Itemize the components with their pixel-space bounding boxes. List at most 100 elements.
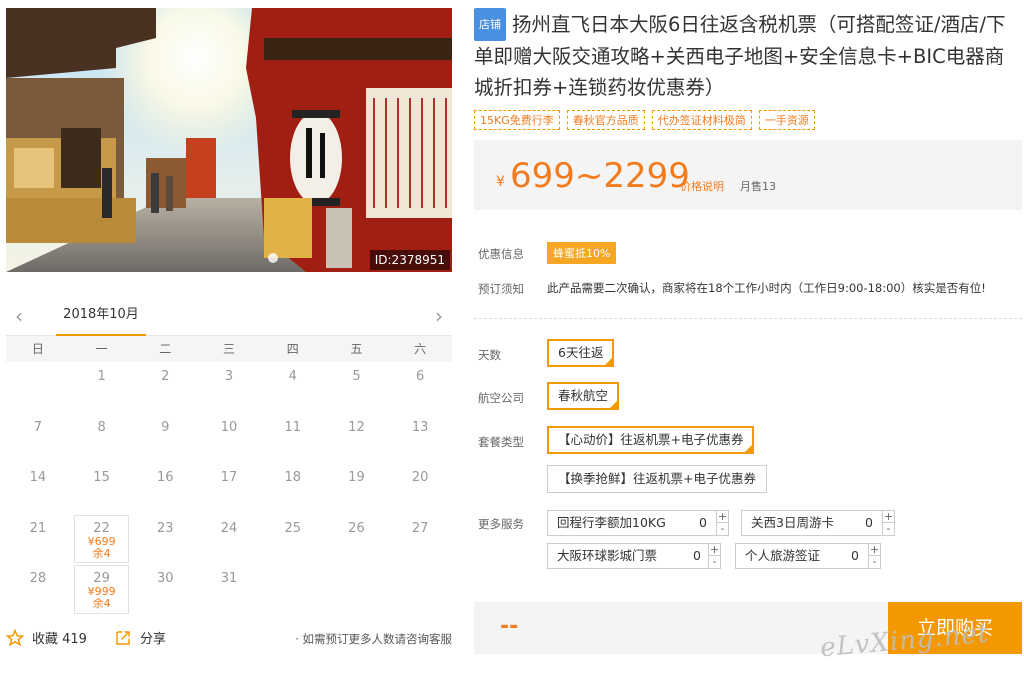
calendar-week-row: 14 15 16 17 18 19 20	[6, 463, 452, 514]
decrement-button[interactable]: -	[717, 523, 728, 535]
day-number: 1	[97, 369, 106, 384]
days-option[interactable]: 6天往返	[547, 339, 615, 367]
weekday-header: 日 一 二 三 四 五 六	[6, 336, 452, 362]
day-number: 11	[284, 419, 301, 435]
calendar-day[interactable]: 22 ¥699 余4	[70, 514, 134, 565]
day-number: 28	[29, 571, 47, 586]
quantity-input[interactable]: 0	[848, 544, 862, 568]
day-number: 21	[29, 520, 47, 536]
favorite-label: 收藏 419	[32, 632, 87, 647]
calendar-day: 15	[70, 463, 134, 514]
calendar-day[interactable]: 29 ¥999 余4	[70, 564, 134, 615]
service-name: 回程行李额加10KG	[557, 515, 666, 530]
package-option[interactable]: 【换季抢鲜】往返机票+电子优惠券	[547, 465, 767, 493]
quantity-input[interactable]: 0	[862, 511, 876, 535]
feature-tag: 春秋官方品质	[566, 110, 645, 130]
calendar-day: 11	[261, 413, 325, 464]
decrement-button[interactable]: -	[709, 556, 720, 568]
quantity-input[interactable]: 0	[696, 511, 710, 535]
calendar-day: 3	[197, 362, 261, 413]
day-number: 30	[157, 571, 174, 586]
calendar-day: 5	[325, 362, 389, 413]
calendar-day: 13	[388, 413, 452, 464]
divider	[474, 318, 1022, 319]
calendar-week-row: 28 29 ¥999 余4 30 31	[6, 564, 452, 615]
calendar-day: 10	[197, 413, 261, 464]
calendar-day: 18	[261, 463, 325, 514]
calendar-empty-cell	[325, 564, 389, 615]
selected-corner-icon	[604, 357, 614, 366]
currency-symbol: ¥	[496, 174, 505, 190]
shop-badge[interactable]: 店铺	[474, 8, 506, 41]
decrement-button[interactable]: -	[883, 523, 894, 535]
day-number: 18	[284, 470, 301, 485]
favorite-button[interactable]: 收藏 419	[6, 628, 87, 647]
feature-tag: 一手资源	[758, 110, 815, 130]
quantity-stepper: + -	[868, 543, 881, 569]
day-price: ¥699	[87, 534, 116, 548]
day-number: 5	[352, 369, 361, 384]
notice-text: 此产品需要二次确认，商家将在18个工作小时内（工作日9:00-18:00）核实是…	[547, 281, 986, 295]
day-number	[325, 572, 389, 586]
weekday-label: 五	[350, 342, 363, 356]
product-title: 店铺 扬州直飞日本大阪6日往返含税机票（可搭配签证/酒店/下单即赠大阪交通攻略+关…	[474, 8, 1022, 103]
day-remaining: 余4	[92, 597, 111, 610]
day-number: 10	[220, 419, 238, 435]
calendar-day: 2	[133, 362, 197, 413]
day-number: 14	[29, 470, 47, 485]
package-label: 套餐类型	[478, 435, 524, 449]
product-photo[interactable]: ID:2378951	[6, 8, 452, 272]
days-option-label: 6天往返	[558, 345, 604, 360]
chevron-right-icon[interactable]: ›	[428, 302, 450, 330]
notice-label: 预订须知	[478, 282, 524, 296]
service-item: 关西3日周游卡 0 + -	[741, 510, 895, 536]
calendar-day: 17	[197, 463, 261, 514]
weekday-label: 一	[95, 342, 108, 356]
calendar-grid: 1 2 3 4 5 6 7 8 9 10 11 12 13 14 15 16 17 18 19 20 21 22 ¥699 余…	[6, 362, 452, 615]
promo-label: 优惠信息	[478, 247, 524, 261]
day-number	[6, 370, 70, 384]
airline-option-label: 春秋航空	[558, 388, 609, 403]
day-number: 23	[157, 520, 174, 536]
image-id-label: ID:2378951	[369, 250, 450, 270]
day-number: 12	[348, 419, 365, 435]
calendar-empty-cell	[261, 564, 325, 615]
quantity-stepper: + -	[716, 510, 729, 536]
calendar-day: 21	[6, 514, 70, 565]
service-name: 个人旅游签证	[745, 548, 821, 563]
day-number: 19	[348, 470, 365, 485]
day-number: 2	[161, 369, 170, 384]
day-number	[261, 572, 325, 586]
airline-option[interactable]: 春秋航空	[547, 382, 620, 410]
package-option[interactable]: 【心动价】往返机票+电子优惠券	[547, 426, 755, 454]
share-button[interactable]: 分享	[114, 628, 166, 647]
street-scene-image	[6, 8, 452, 272]
day-number: 20	[411, 470, 429, 485]
decrement-button[interactable]: -	[869, 556, 880, 568]
calendar-empty-cell	[6, 362, 70, 413]
price-explain-link[interactable]: 价格说明	[680, 178, 724, 194]
calendar-day: 1	[70, 362, 134, 413]
calendar-day: 20	[388, 463, 452, 514]
monthly-sales: 月售13	[740, 180, 776, 193]
promo-badge: 蜂蜜抵10%	[547, 242, 617, 264]
calendar-day: 6	[388, 362, 452, 413]
day-number: 27	[411, 520, 429, 536]
quantity-stepper: + -	[882, 510, 895, 536]
day-number: 3	[224, 369, 234, 384]
feature-tags: 15KG免费行李 春秋官方品质 代办签证材料极简 一手资源	[474, 110, 815, 130]
chevron-left-icon[interactable]: ‹	[8, 302, 30, 330]
calendar-month-tab[interactable]: 2018年10月	[56, 300, 146, 336]
calendar-week-row: 7 8 9 10 11 12 13	[6, 413, 452, 464]
services-label: 更多服务	[478, 517, 524, 531]
feature-tag: 15KG免费行李	[474, 110, 560, 130]
calendar-week-row: 21 22 ¥699 余4 23 24 25 26 27	[6, 514, 452, 565]
day-number: 16	[157, 470, 174, 485]
date-calendar: ‹ 2018年10月 › 日 一 二 三 四 五 六 1 2 3 4 5 6 7 8 9 10 11…	[6, 300, 452, 615]
day-remaining: 余4	[92, 546, 111, 560]
day-number: 26	[348, 520, 365, 536]
quantity-input[interactable]: 0	[690, 544, 704, 568]
service-item: 个人旅游签证 0 + -	[735, 543, 881, 569]
weekday-label: 四	[286, 342, 299, 356]
calendar-day: 23	[133, 514, 197, 565]
